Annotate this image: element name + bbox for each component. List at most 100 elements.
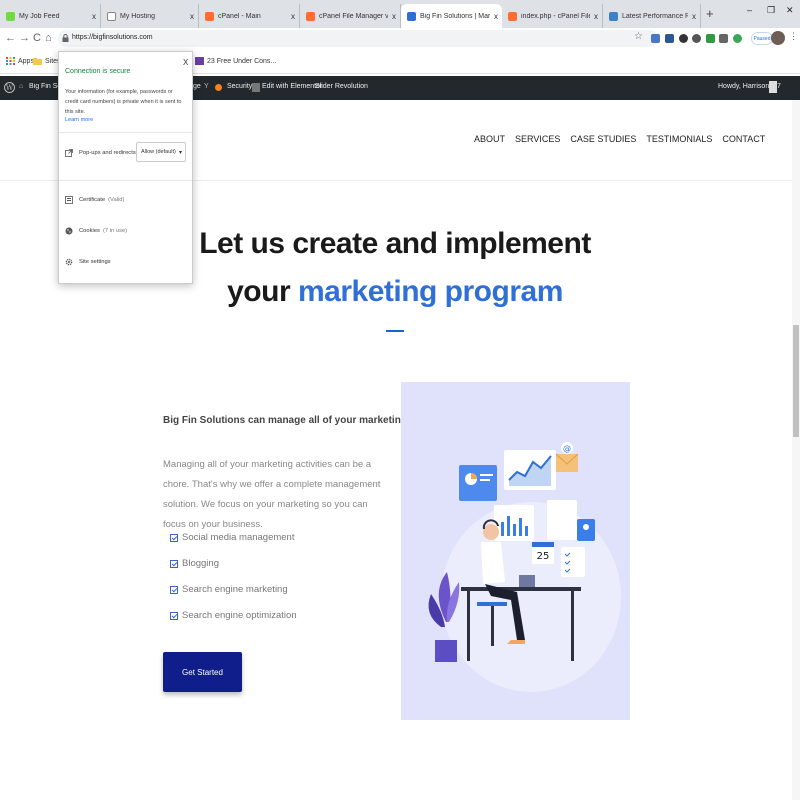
- svg-text:@: @: [563, 444, 571, 453]
- service-item: Search engine optimization: [170, 610, 297, 621]
- bookmark-apps[interactable]: Apps: [6, 57, 34, 65]
- bookmark-free-under-construction[interactable]: 23 Free Under Cons...: [195, 57, 276, 65]
- extension-icon[interactable]: [719, 34, 728, 43]
- bookmark-star-icon[interactable]: ☆: [634, 31, 643, 42]
- extension-icon[interactable]: [706, 34, 715, 43]
- elementor-icon: [252, 83, 260, 92]
- bookmark-thumb-icon: [195, 57, 204, 65]
- heading-accent-bar: [386, 330, 404, 332]
- section-subheading: Big Fin Solutions can manage all of your…: [163, 415, 439, 426]
- service-item: Search engine marketing: [170, 584, 288, 595]
- checkbox-checked-icon: [170, 533, 178, 542]
- tab-close-icon[interactable]: x: [688, 12, 700, 21]
- cookie-icon: [65, 227, 73, 235]
- hero-heading-plain: your: [227, 275, 298, 308]
- profile-avatar[interactable]: [771, 31, 785, 45]
- nav-services[interactable]: SERVICES: [515, 134, 560, 144]
- checkbox-checked-icon: [170, 611, 178, 620]
- popup-close-button[interactable]: X: [183, 58, 188, 67]
- checkbox-checked-icon: [170, 585, 178, 594]
- bigfin-favicon-icon: [407, 11, 416, 21]
- extension-icon[interactable]: [651, 34, 660, 43]
- hero-heading-highlight: marketing program: [297, 275, 563, 308]
- browser-toolbar: ← → C ⌂ https://bigfinsolutions.com ☆ Pa…: [0, 28, 800, 50]
- lock-icon[interactable]: [62, 34, 69, 42]
- browser-tab-strip: My Job Feed x My Hosting x cPanel - Main…: [0, 0, 800, 28]
- tab-big-fin-solutions[interactable]: Big Fin Solutions | Marketing Servic x: [401, 4, 502, 28]
- folder-icon: [33, 58, 42, 65]
- close-window-button[interactable]: ✕: [786, 5, 794, 16]
- tab-cpanel-file-manager[interactable]: cPanel File Manager v3 x: [300, 4, 401, 28]
- popup-divider: [59, 132, 192, 133]
- tab-my-job-feed[interactable]: My Job Feed x: [0, 4, 101, 28]
- learn-more-link[interactable]: Learn more: [65, 117, 93, 123]
- user-avatar[interactable]: [769, 81, 777, 93]
- certificate-icon: [65, 196, 73, 204]
- chevron-down-icon: ▾: [178, 150, 182, 156]
- popups-permission-select[interactable]: Allow (default) ▾: [136, 142, 186, 162]
- wp-site-name[interactable]: Big Fin Solu: [29, 83, 58, 90]
- extension-icon[interactable]: [679, 34, 688, 43]
- back-button[interactable]: ←: [5, 32, 16, 44]
- tab-close-icon[interactable]: x: [388, 12, 400, 21]
- site-settings-row[interactable]: Site settings: [65, 258, 111, 266]
- nav-contact[interactable]: CONTACT: [722, 134, 765, 144]
- tab-performance-report[interactable]: Latest Performance Report for: h x: [603, 4, 701, 28]
- chrome-menu-icon[interactable]: ⋮: [789, 31, 798, 42]
- cpanel-favicon-icon: [508, 11, 517, 21]
- popup-open-icon: [65, 149, 73, 157]
- wordpress-logo-icon[interactable]: W: [4, 82, 15, 93]
- workspace-illustration-icon: @ 25: [428, 442, 621, 692]
- wp-security-menu[interactable]: Security: [227, 83, 252, 90]
- status-dot-icon: [215, 84, 222, 91]
- svg-text:W: W: [6, 84, 14, 92]
- service-item: Social media management: [170, 532, 294, 543]
- tab-close-icon[interactable]: x: [186, 12, 198, 21]
- extension-icon[interactable]: [692, 34, 701, 43]
- get-started-button[interactable]: Get Started: [163, 652, 242, 692]
- cpanel-favicon-icon: [205, 11, 214, 21]
- wp-edit-elementor[interactable]: Edit with Elementor: [262, 83, 322, 90]
- tab-my-hosting[interactable]: My Hosting x: [101, 4, 199, 28]
- popups-redirects-row: Pop-ups and redirects: [65, 149, 136, 157]
- connection-description: Your information (for example, passwords…: [65, 89, 182, 115]
- yoast-icon[interactable]: Y: [204, 83, 209, 90]
- page-scrollbar-thumb[interactable]: [793, 325, 799, 437]
- site-info-popup: X Connection is secure Your information …: [58, 51, 193, 284]
- calendar-day-label: 25: [537, 551, 550, 562]
- reload-button[interactable]: C: [33, 32, 41, 44]
- extension-icon[interactable]: [733, 34, 742, 43]
- minimize-button[interactable]: –: [747, 5, 752, 15]
- tab-close-icon[interactable]: x: [287, 12, 299, 21]
- nav-case-studies[interactable]: CASE STUDIES: [570, 134, 636, 144]
- service-item: Blogging: [170, 558, 219, 569]
- checkbox-checked-icon: [170, 559, 178, 568]
- wp-slider-revolution[interactable]: Slider Revolution: [315, 83, 368, 90]
- sync-paused-badge[interactable]: Paused: [751, 32, 773, 45]
- address-bar[interactable]: https://bigfinsolutions.com: [58, 30, 658, 47]
- bookmark-sites-folder[interactable]: Sites: [33, 57, 61, 65]
- tab-close-icon[interactable]: x: [490, 12, 502, 21]
- section-paragraph: Managing all of your marketing activitie…: [163, 459, 381, 530]
- new-tab-button[interactable]: +: [706, 6, 714, 21]
- tab-cpanel-main[interactable]: cPanel - Main x: [199, 4, 300, 28]
- apps-grid-icon: [6, 57, 15, 65]
- hosting-favicon-icon: [107, 11, 116, 21]
- tab-close-icon[interactable]: x: [590, 12, 602, 21]
- cookies-row[interactable]: Cookies (7 in use): [65, 227, 127, 235]
- upwork-favicon-icon: [6, 11, 15, 21]
- tab-index-php[interactable]: index.php - cPanel File Manager v x: [502, 4, 603, 28]
- extension-icon[interactable]: [665, 34, 674, 43]
- wp-menu-fragment[interactable]: ge: [193, 83, 201, 90]
- nav-testimonials[interactable]: TESTIMONIALS: [646, 134, 712, 144]
- maximize-button[interactable]: ❐: [767, 5, 775, 16]
- nav-about[interactable]: ABOUT: [474, 134, 505, 144]
- cpanel-favicon-icon: [306, 11, 315, 21]
- site-main-nav: ABOUT SERVICES CASE STUDIES TESTIMONIALS…: [474, 134, 765, 144]
- home-button[interactable]: ⌂: [45, 32, 52, 44]
- forward-button[interactable]: →: [19, 32, 30, 44]
- tab-close-icon[interactable]: x: [88, 12, 100, 21]
- url-text[interactable]: https://bigfinsolutions.com: [72, 34, 153, 41]
- page-scrollbar[interactable]: [792, 100, 800, 800]
- certificate-row[interactable]: Certificate (Valid): [65, 196, 124, 204]
